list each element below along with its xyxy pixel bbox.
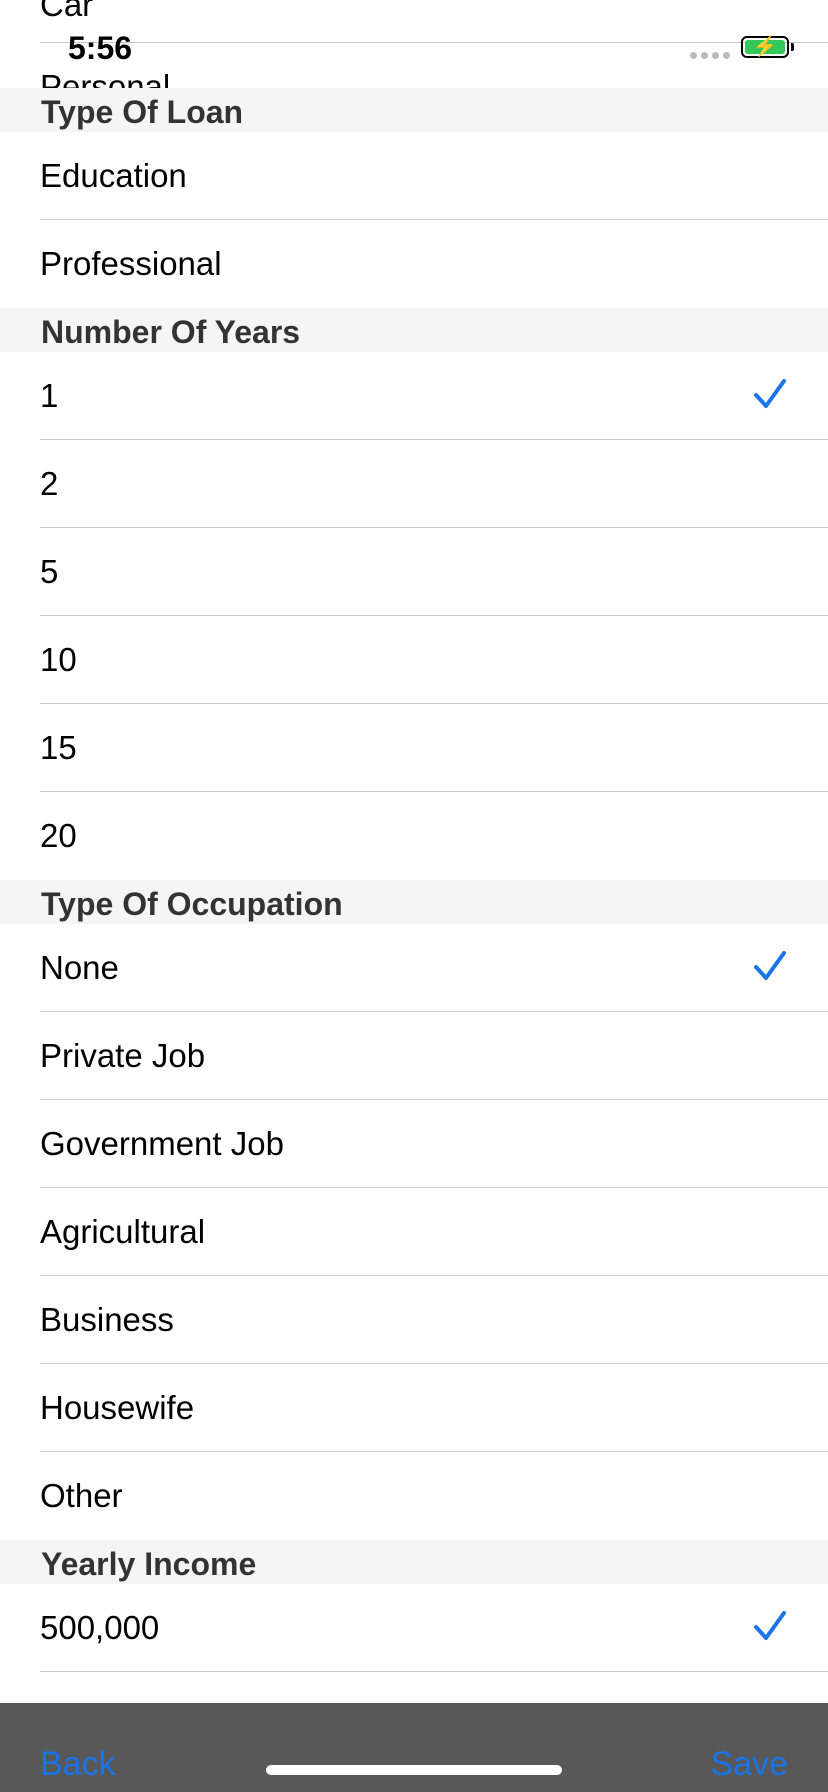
back-button[interactable]: Back bbox=[40, 1745, 116, 1784]
list-item-label: 1 bbox=[40, 377, 59, 414]
bolt-icon: ⚡ bbox=[752, 36, 778, 58]
list-item-occupation-none[interactable]: None bbox=[0, 924, 828, 1012]
section-header-type-of-loan: Type Of Loan bbox=[0, 88, 828, 132]
list-item-label: 10 bbox=[40, 641, 77, 678]
section-title: Type Of Occupation bbox=[41, 886, 343, 922]
list-item-label: Business bbox=[40, 1301, 174, 1338]
list-item-label: None bbox=[40, 949, 119, 986]
list-item-occupation-housewife[interactable]: Housewife bbox=[0, 1364, 828, 1452]
list-item-label: Personal bbox=[40, 70, 170, 88]
list-item-label: Private Job bbox=[40, 1037, 206, 1074]
signal-icon bbox=[690, 52, 730, 59]
list-item-education[interactable]: Education bbox=[0, 132, 828, 220]
list-item-occupation-business[interactable]: Business bbox=[0, 1276, 828, 1364]
save-button[interactable]: Save bbox=[711, 1745, 789, 1784]
section-header-type-of-occupation: Type Of Occupation bbox=[0, 880, 828, 924]
list-item-occupation-other[interactable]: Other bbox=[0, 1452, 828, 1540]
row-separator bbox=[40, 1671, 828, 1672]
list-item-years-15[interactable]: 15 bbox=[0, 704, 828, 792]
list-item-years-5[interactable]: 5 bbox=[0, 528, 828, 616]
list-item-occupation-government-job[interactable]: Government Job bbox=[0, 1100, 828, 1188]
list-item-label: 15 bbox=[40, 729, 77, 766]
section-header-number-of-years: Number Of Years bbox=[0, 308, 828, 352]
list-item-label: Professional bbox=[40, 245, 222, 282]
list-item-years-20[interactable]: 20 bbox=[0, 792, 828, 880]
list-item-label: Government Job bbox=[40, 1125, 284, 1162]
list-item-car[interactable]: Car bbox=[40, 0, 93, 24]
list-item-years-1[interactable]: 1 bbox=[0, 352, 828, 440]
list-item-label: 5 bbox=[40, 553, 59, 590]
section-header-yearly-income: Yearly Income bbox=[0, 1540, 828, 1584]
battery-cap bbox=[791, 43, 794, 51]
checkmark-icon bbox=[754, 379, 786, 408]
list-item-label: 2 bbox=[40, 465, 59, 502]
list-item-label: Agricultural bbox=[40, 1213, 206, 1250]
checkmark-icon bbox=[754, 1611, 786, 1640]
list-item-years-10[interactable]: 10 bbox=[0, 616, 828, 704]
list-item-personal[interactable]: Personal bbox=[40, 70, 170, 88]
home-indicator[interactable] bbox=[266, 1765, 562, 1775]
section-title: Number Of Years bbox=[41, 314, 301, 350]
battery-icon: ⚡ bbox=[741, 36, 789, 58]
list-item-occupation-agricultural[interactable]: Agricultural bbox=[0, 1188, 828, 1276]
section-title: Type Of Loan bbox=[41, 94, 244, 130]
section-title: Yearly Income bbox=[41, 1546, 257, 1582]
bottom-toolbar: Back Save bbox=[0, 1703, 828, 1792]
list-item-occupation-private-job[interactable]: Private Job bbox=[0, 1012, 828, 1100]
list-item-label: Housewife bbox=[40, 1389, 195, 1426]
row-separator bbox=[40, 42, 828, 43]
list-item-income-500000[interactable]: 500,000 bbox=[0, 1584, 828, 1672]
checkmark-icon bbox=[754, 951, 786, 980]
list-item-years-2[interactable]: 2 bbox=[0, 440, 828, 528]
status-time: 5:56 bbox=[68, 30, 133, 66]
list-item-professional[interactable]: Professional bbox=[0, 220, 828, 308]
list-item-label: 20 bbox=[40, 817, 77, 854]
list-item-label: Other bbox=[40, 1477, 123, 1514]
list-item-label: Education bbox=[40, 157, 187, 194]
list-item-label: 500,000 bbox=[40, 1609, 160, 1646]
